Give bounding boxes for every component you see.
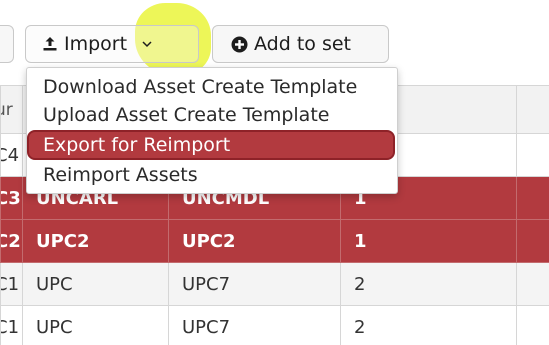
table-cell: UPC2 <box>22 219 169 263</box>
table-cell: UPC <box>22 305 169 345</box>
table-row[interactable]: C1 UPC UPC7 2 <box>0 305 549 345</box>
table-cell <box>516 133 549 177</box>
table-cell: C4 <box>0 133 23 177</box>
table-cell: C2 <box>0 219 23 263</box>
table-cell <box>516 305 549 345</box>
chevron-down-icon <box>141 40 153 48</box>
table-row-selected[interactable]: C2 UPC2 UPC2 1 <box>0 219 549 263</box>
table-cell: C3 <box>0 176 23 220</box>
table-cell: 1 <box>340 219 517 263</box>
menu-item-reimport-assets[interactable]: Reimport Assets <box>31 161 393 189</box>
import-dropdown-menu: Download Asset Create Template Upload As… <box>26 67 398 194</box>
menu-item-download-asset-create-template[interactable]: Download Asset Create Template <box>31 73 393 101</box>
import-button[interactable]: Import <box>25 25 199 63</box>
table-cell: UPC7 <box>168 305 341 345</box>
previous-toolbar-button[interactable] <box>0 25 14 63</box>
table-header-cell[interactable] <box>516 85 549 134</box>
table-cell: 2 <box>340 305 517 345</box>
plus-circle-icon <box>231 36 248 53</box>
table-cell: C1 <box>0 262 23 306</box>
table-cell: UPC7 <box>168 262 341 306</box>
table-cell: C1 <box>0 305 23 345</box>
page: Import Add to set ur <box>0 0 549 345</box>
menu-item-upload-asset-create-template[interactable]: Upload Asset Create Template <box>31 101 393 129</box>
toolbar: Import Add to set <box>0 0 549 75</box>
table-cell <box>516 219 549 263</box>
table-cell <box>516 262 549 306</box>
table-header-cell[interactable]: ur <box>0 85 23 134</box>
upload-icon <box>42 36 58 52</box>
table-cell <box>516 176 549 220</box>
table-row[interactable]: C1 UPC UPC7 2 <box>0 262 549 306</box>
add-to-set-button-label: Add to set <box>254 33 351 55</box>
table-cell: UPC2 <box>168 219 341 263</box>
menu-item-export-for-reimport[interactable]: Export for Reimport <box>27 130 395 160</box>
import-button-label: Import <box>64 33 128 55</box>
add-to-set-button[interactable]: Add to set <box>212 25 389 63</box>
table-cell: 2 <box>340 262 517 306</box>
table-cell: UPC <box>22 262 169 306</box>
